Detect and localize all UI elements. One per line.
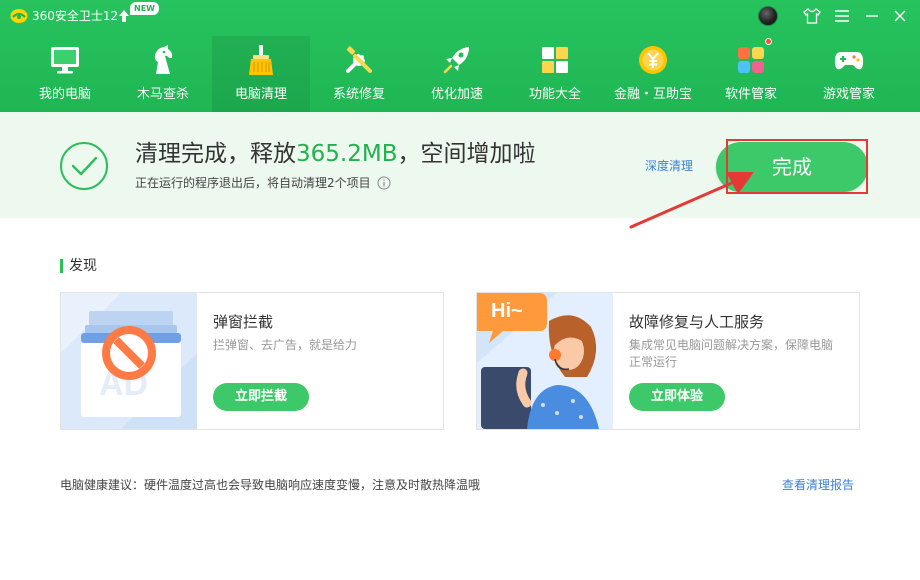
nav-optimize[interactable]: 优化加速 <box>408 36 506 112</box>
result-subtitle: 正在运行的程序退出后，将自动清理2个项目 <box>135 175 391 191</box>
nav-finance[interactable]: 金融・互助宝 <box>604 36 702 112</box>
try-now-button[interactable]: 立即体验 <box>629 383 725 411</box>
freed-amount: 365.2MB <box>296 141 398 167</box>
computer-icon <box>51 47 79 74</box>
nav-game-manager[interactable]: 游戏管家 <box>800 36 898 112</box>
section-title: 发现 <box>69 258 97 274</box>
section-accent-bar <box>60 259 63 273</box>
grid-icon <box>542 47 568 73</box>
nav-label: 电脑清理 <box>234 87 287 102</box>
nav-label: 我的电脑 <box>38 87 91 102</box>
menu-icon <box>835 10 849 22</box>
nav-pc-cleanup[interactable]: 电脑清理 <box>212 36 310 112</box>
support-agent-illustration: Hi~ <box>477 293 613 429</box>
deep-clean-link[interactable]: 深度清理 <box>645 158 693 174</box>
app-header: 360安全卫士12 NEW 我的电脑 木马查杀 电脑清理 系统修复 优化加速 功… <box>0 0 920 112</box>
card-description: 拦弹窗、去广告，就是给力 <box>213 338 358 352</box>
nav-features[interactable]: 功能大全 <box>506 36 604 112</box>
skin-icon <box>803 8 821 24</box>
view-report-link[interactable]: 查看清理报告 <box>782 477 854 493</box>
avatar[interactable] <box>758 6 778 26</box>
result-title: 清理完成，释放365.2MB，空间增加啦 <box>135 141 536 167</box>
hi-bubble-text: Hi~ <box>491 300 523 322</box>
upgrade-icon[interactable] <box>118 9 130 23</box>
menu-button[interactable] <box>832 6 852 26</box>
nav-label: 木马查杀 <box>136 87 189 102</box>
close-icon <box>894 10 906 22</box>
block-popups-button[interactable]: 立即拦截 <box>213 383 309 411</box>
close-button[interactable] <box>890 6 910 26</box>
title-bar: 360安全卫士12 NEW <box>0 0 920 32</box>
popup-block-card: AD 弹窗拦截 拦弹窗、去广告，就是给力 立即拦截 <box>60 292 444 430</box>
broom-icon <box>249 45 273 75</box>
main-nav: 我的电脑 木马查杀 电脑清理 系统修复 优化加速 功能大全 金融・互助宝 软件管… <box>16 36 904 112</box>
nav-label: 功能大全 <box>528 87 581 102</box>
gamepad-icon <box>834 52 864 70</box>
nav-system-repair[interactable]: 系统修复 <box>310 36 408 112</box>
health-tip: 电脑健康建议：硬件温度过高也会导致电脑响应速度变慢，注意及时散热降温哦 <box>60 478 481 492</box>
horse-icon <box>154 45 173 74</box>
nav-label: 游戏管家 <box>822 87 875 102</box>
done-button[interactable]: 完成 <box>716 142 868 192</box>
nav-my-computer[interactable]: 我的电脑 <box>16 36 114 112</box>
new-badge: NEW <box>130 2 159 15</box>
card-description: 集成常见电脑问题解决方案，保障电脑正常运行 <box>629 338 834 369</box>
repair-service-card: Hi~ 故障修复与人工服务 集成常见电脑问题解决方案，保障电脑正常运行 立即体验 <box>476 292 860 430</box>
notification-dot <box>765 38 772 45</box>
nav-label: 软件管家 <box>724 87 777 102</box>
ad-block-illustration: AD <box>61 293 197 429</box>
tools-icon <box>346 46 372 73</box>
skin-button[interactable] <box>802 6 822 26</box>
logo-icon <box>10 9 28 23</box>
card-title: 弹窗拦截 <box>213 313 274 331</box>
info-icon[interactable] <box>377 176 391 190</box>
nav-trojan-scan[interactable]: 木马查杀 <box>114 36 212 112</box>
rocket-icon <box>443 47 469 74</box>
minimize-button[interactable] <box>862 6 882 26</box>
apps-icon <box>738 47 764 73</box>
nav-software-manager[interactable]: 软件管家 <box>702 36 800 112</box>
card-title: 故障修复与人工服务 <box>629 313 765 331</box>
coin-icon <box>639 46 667 74</box>
nav-label: 系统修复 <box>332 87 385 102</box>
nav-label: 优化加速 <box>430 87 483 102</box>
check-circle-icon <box>60 142 108 190</box>
discover-section-header: 发现 <box>60 258 97 274</box>
app-title: 360安全卫士12 <box>32 9 119 23</box>
minimize-icon <box>866 15 878 17</box>
nav-label: 金融・互助宝 <box>613 87 692 102</box>
result-banner: 清理完成，释放365.2MB，空间增加啦 正在运行的程序退出后，将自动清理2个项… <box>0 112 920 218</box>
